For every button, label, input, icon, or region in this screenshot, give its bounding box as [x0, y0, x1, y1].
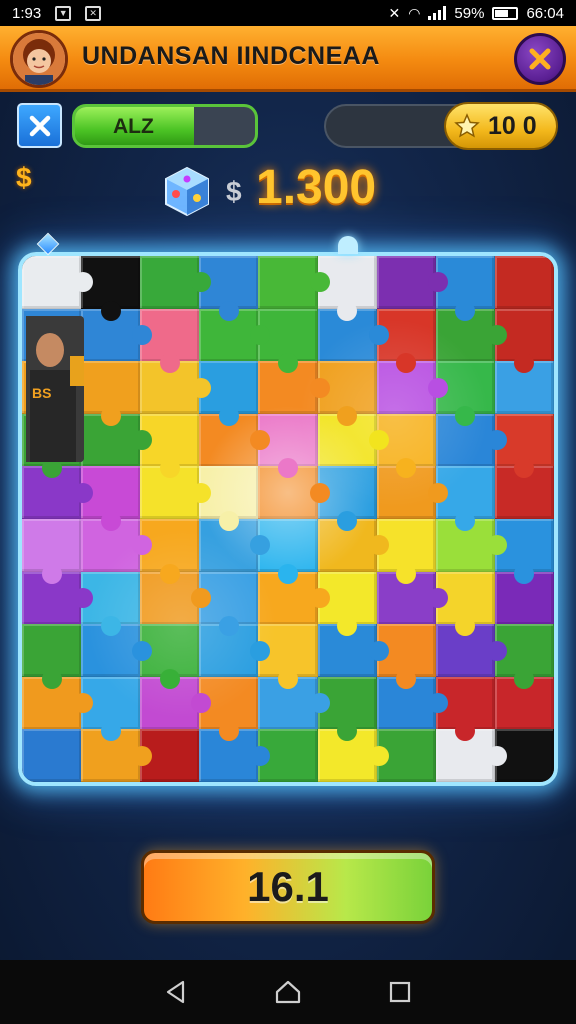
star-icon [454, 113, 480, 138]
piece-tab [337, 405, 358, 426]
piece-tab [191, 482, 212, 503]
glowing-knob [338, 236, 358, 254]
money-value: 1.300 [256, 161, 377, 214]
close-button[interactable] [514, 33, 566, 85]
piece-tab [218, 405, 239, 426]
piece-tab [486, 324, 507, 345]
player-photo-image: BS [26, 316, 84, 462]
piece-tab [514, 563, 535, 584]
coin-counter[interactable]: 10 0 [444, 102, 558, 150]
piece-tab [427, 482, 448, 503]
status-left: 1:93 ▼ ✕ [12, 4, 102, 22]
piece-tab [486, 745, 507, 766]
piece-tab [100, 616, 121, 637]
puzzle-piece[interactable] [494, 256, 554, 310]
signal-icon [428, 6, 447, 20]
piece-tab [132, 640, 153, 661]
x-icon [29, 115, 50, 136]
piece-tab [159, 353, 180, 374]
piece-tab [337, 511, 358, 531]
battery-percent: 59% [454, 4, 485, 22]
piece-tab [73, 482, 94, 503]
coin-value: 10 0 [488, 111, 537, 140]
game-screen: 1:93 ▼ ✕ ✕ ◠ 59% 66:04 UNDANSAN IINDCNEA… [0, 0, 576, 1024]
close-x-icon [529, 48, 551, 70]
progress-bar: ALZ [72, 104, 258, 148]
piece-tab [73, 587, 94, 608]
recents-button[interactable] [380, 972, 420, 1012]
piece-tab [368, 324, 389, 345]
piece-tab [455, 405, 476, 426]
svg-text:BS: BS [32, 385, 51, 401]
piece-tab [100, 511, 121, 531]
status-clock: 66:04 [526, 4, 564, 22]
status-right: ✕ ◠ 59% 66:04 [388, 5, 564, 22]
piece-tab [278, 668, 298, 689]
piece-tab [309, 377, 330, 398]
piece-tab [191, 377, 212, 398]
piece-tab [218, 300, 239, 321]
piece-tab [486, 430, 507, 451]
wifi-icon: ◠ [408, 4, 421, 21]
dice-icon[interactable] [160, 164, 214, 218]
x-button[interactable] [17, 103, 62, 148]
avatar-face-icon [13, 33, 65, 85]
player-photo: BS [26, 316, 84, 462]
piece-tab [100, 405, 121, 426]
avatar[interactable] [10, 30, 68, 88]
piece-tab [309, 272, 330, 293]
score-label: 16.1 [247, 863, 329, 910]
piece-tab [132, 745, 153, 766]
piece-tab [337, 300, 358, 321]
progress-label: ALZ [113, 115, 154, 138]
piece-tab [427, 693, 448, 714]
piece-tab [250, 640, 271, 661]
piece-tab [368, 430, 389, 451]
piece-tab [396, 668, 417, 689]
puzzle-grid [22, 256, 554, 782]
recents-square-icon [389, 981, 411, 1003]
puzzle-piece[interactable] [22, 729, 82, 782]
piece-tab [427, 587, 448, 608]
puzzle-board[interactable]: BS [18, 252, 558, 786]
header-bar: UNDANSAN IINDCNEAA [0, 26, 576, 92]
piece-tab [41, 563, 62, 584]
home-button[interactable] [268, 972, 308, 1012]
piece-tab [278, 563, 298, 584]
home-icon [275, 980, 301, 1004]
piece-tab [100, 300, 121, 321]
dollar-icon: $ [16, 162, 32, 193]
piece-tab [132, 324, 153, 345]
piece-tab [427, 272, 448, 293]
notification-icon: ▼ [55, 5, 72, 21]
status-bar: 1:93 ▼ ✕ ✕ ◠ 59% 66:04 [0, 0, 576, 26]
piece-tab [368, 745, 389, 766]
piece-tab [218, 511, 239, 531]
piece-tab [100, 721, 121, 742]
navigation-bar [0, 960, 576, 1024]
money-currency: $ [226, 176, 242, 207]
header-title: UNDANSAN IINDCNEAA [82, 42, 380, 70]
piece-tab [309, 587, 330, 608]
status-time: 1:93 [12, 4, 42, 22]
back-triangle-icon [166, 980, 185, 1004]
piece-tab [486, 640, 507, 661]
piece-tab [309, 693, 330, 714]
battery-icon [492, 6, 519, 20]
back-button[interactable] [156, 972, 196, 1012]
piece-tab [455, 300, 476, 321]
score-button[interactable]: 16.1 [141, 850, 435, 924]
piece-tab [427, 377, 448, 398]
piece-tab [159, 563, 180, 584]
piece-tab [218, 616, 239, 637]
piece-tab [368, 640, 389, 661]
piece-tab [41, 668, 62, 689]
piece-tab [396, 563, 417, 584]
piece-tab [159, 668, 180, 689]
mute-icon: ✕ [388, 4, 401, 21]
piece-tab [309, 482, 330, 503]
image-notification-icon: ✕ [85, 5, 102, 21]
piece-tab [368, 535, 389, 556]
